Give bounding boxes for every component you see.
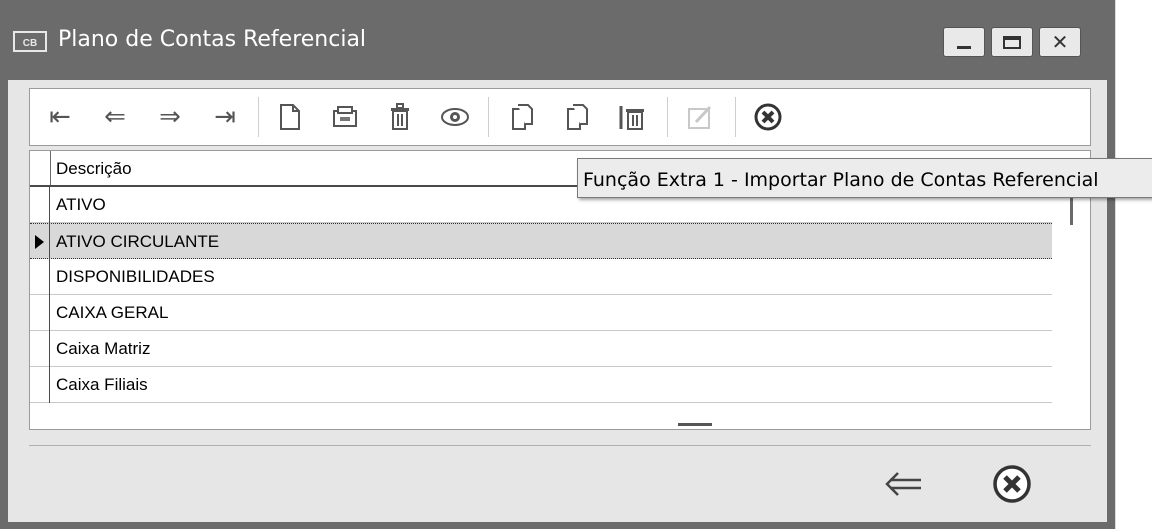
trash-bin-icon <box>619 106 644 130</box>
copy-document-icon <box>567 104 588 130</box>
back-arrow-icon <box>885 472 921 496</box>
extra-function-2-button[interactable] <box>557 97 597 137</box>
toolbar-separator <box>735 97 736 137</box>
tooltip: Função Extra 1 - Importar Plano de Conta… <box>577 158 1152 198</box>
close-circle-icon <box>993 465 1031 503</box>
close-button[interactable]: ✕ <box>1039 27 1081 57</box>
maximize-icon <box>1003 35 1021 49</box>
first-record-button[interactable]: ⇤ <box>40 97 80 137</box>
table-row[interactable]: DISPONIBILIDADES <box>30 259 1052 295</box>
edit-record-button[interactable] <box>325 97 365 137</box>
desktop-background <box>1115 0 1152 529</box>
content-panel: ⇤ ⇐ ⇒ ⇥ Descrição ATIVO ATIVO CIRCULANTE… <box>8 80 1107 522</box>
previous-icon: ⇐ <box>104 102 126 132</box>
minimize-button[interactable] <box>943 27 985 57</box>
app-icon: CB <box>13 31 47 52</box>
row-indicator <box>30 295 50 331</box>
main-window: CB Plano de Contas Referencial ✕ ⇤ ⇐ ⇒ ⇥ <box>0 0 1115 529</box>
row-cell: ATIVO CIRCULANTE <box>56 232 220 251</box>
title-bar[interactable]: CB Plano de Contas Referencial ✕ <box>0 0 1115 80</box>
vertical-scrollbar[interactable] <box>1056 187 1086 423</box>
view-record-button[interactable] <box>435 97 475 137</box>
table-row[interactable]: CAIXA GERAL <box>30 295 1052 331</box>
close-circle-icon <box>754 103 782 131</box>
toolbar-separator <box>488 97 489 137</box>
row-indicator <box>30 331 50 367</box>
row-cell: DISPONIBILIDADES <box>56 267 215 286</box>
extra-function-3-button[interactable] <box>612 97 652 137</box>
extra-function-1-button[interactable] <box>502 97 542 137</box>
delete-record-button[interactable] <box>380 97 420 137</box>
new-document-icon <box>280 104 300 130</box>
row-cell: Caixa Matriz <box>56 339 151 358</box>
close-toolbar-button[interactable] <box>748 97 788 137</box>
column-header-descricao[interactable]: Descrição <box>56 159 132 179</box>
bottom-bar <box>29 445 1091 518</box>
row-cell: CAIXA GERAL <box>56 303 169 322</box>
row-indicator <box>30 259 50 295</box>
table-row-selected[interactable]: ATIVO CIRCULANTE <box>30 223 1052 260</box>
last-icon: ⇥ <box>214 102 236 132</box>
edit-tray-icon <box>333 106 357 127</box>
maximize-button[interactable] <box>991 27 1033 57</box>
close-icon: ✕ <box>1051 30 1069 54</box>
row-indicator <box>30 187 50 223</box>
toolbar-separator <box>258 97 259 137</box>
toolbar: ⇤ ⇐ ⇒ ⇥ <box>29 88 1091 146</box>
first-icon: ⇤ <box>49 102 71 132</box>
current-row-arrow-icon <box>35 235 44 249</box>
copy-document-icon <box>512 104 533 130</box>
row-indicator <box>30 224 50 260</box>
edit-note-button[interactable] <box>680 97 720 137</box>
table-row[interactable]: Caixa Matriz <box>30 331 1052 367</box>
eye-icon <box>441 108 469 126</box>
row-cell: ATIVO <box>56 195 106 214</box>
window-title: Plano de Contas Referencial <box>58 27 367 52</box>
scrollbar-thumb[interactable] <box>1070 195 1073 225</box>
table-row[interactable]: Caixa Filiais <box>30 367 1052 403</box>
resize-gripper[interactable] <box>678 423 712 426</box>
new-record-button[interactable] <box>270 97 310 137</box>
edit-pencil-icon <box>688 105 712 129</box>
last-record-button[interactable]: ⇥ <box>205 97 245 137</box>
minimize-icon <box>957 45 971 49</box>
back-button[interactable] <box>879 462 929 506</box>
toolbar-separator <box>667 97 668 137</box>
row-indicator <box>30 367 50 403</box>
trash-icon <box>391 103 409 130</box>
close-form-button[interactable] <box>987 462 1037 506</box>
previous-record-button[interactable]: ⇐ <box>95 97 135 137</box>
next-record-button[interactable]: ⇒ <box>150 97 190 137</box>
row-cell: Caixa Filiais <box>56 375 148 394</box>
next-icon: ⇒ <box>159 102 181 132</box>
indicator-header <box>30 151 51 185</box>
